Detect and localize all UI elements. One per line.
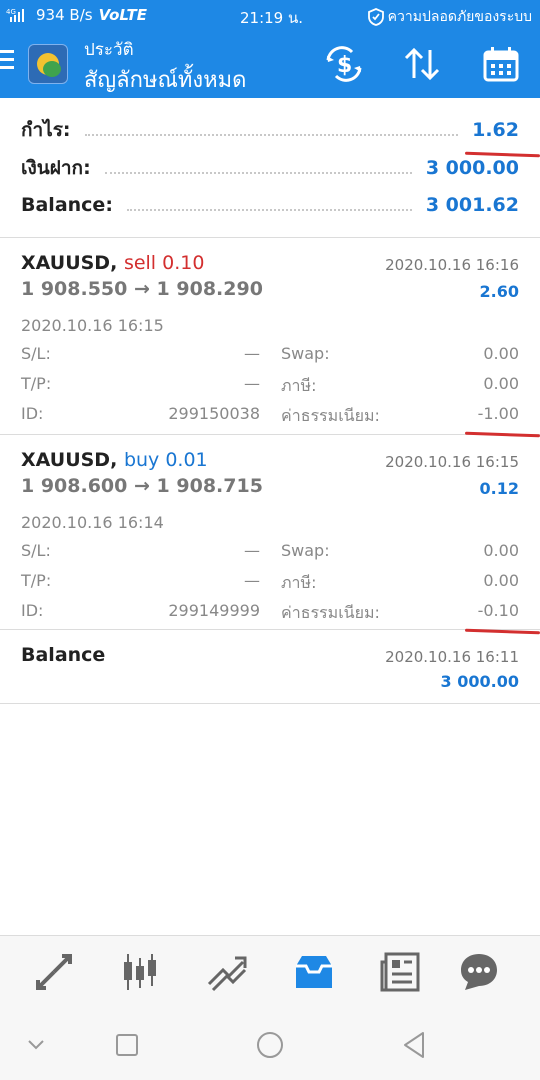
tp-value: — <box>244 571 260 590</box>
symbol-name: XAUUSD, <box>21 449 118 471</box>
open-time: 2020.10.16 16:15 <box>21 316 164 335</box>
home-icon[interactable] <box>252 1027 288 1063</box>
tax-value: 0.00 <box>483 571 519 590</box>
id-label: ID: <box>21 404 44 423</box>
open-price: 1 908.600 <box>21 475 128 497</box>
deal-profit: 0.12 <box>479 479 519 498</box>
back-icon[interactable] <box>397 1027 433 1063</box>
balance-row: Balance: 3 001.62 <box>21 190 519 220</box>
profit-label: กำไร: <box>21 119 71 141</box>
fee-value: -1.00 <box>477 404 519 423</box>
deal-symbol: XAUUSD, sell 0.10 <box>21 252 204 274</box>
close-price: 1 908.290 <box>156 278 263 300</box>
deal-direction: buy 0.01 <box>123 449 208 471</box>
profit-row: กำไร: 1.62 <box>21 115 519 145</box>
id-value: 299149999 <box>168 601 260 620</box>
tax-label: ภาษี: <box>281 573 317 592</box>
id-label: ID: <box>21 601 44 620</box>
network-speed: 934 B/s <box>36 6 93 24</box>
security-status: ความปลอดภัยของระบบ <box>387 9 532 25</box>
sort-icon[interactable] <box>402 44 442 84</box>
trade-icon[interactable] <box>205 950 249 994</box>
deal-prices: 1 908.600 → 1 908.715 <box>21 475 263 497</box>
deposit-row: เงินฝาก: 3 000.00 <box>21 153 519 183</box>
history-icon[interactable] <box>292 950 336 994</box>
currency-exchange-icon[interactable]: $ <box>324 44 364 84</box>
tp-value: — <box>244 374 260 393</box>
dot-leader <box>126 199 412 211</box>
sl-label: S/L: <box>21 344 51 363</box>
swap-value: 0.00 <box>483 344 519 363</box>
chat-icon[interactable] <box>457 950 501 994</box>
deposit-value: 3 000.00 <box>425 157 519 179</box>
balance-entry-amount: 3 000.00 <box>440 672 519 691</box>
close-time: 2020.10.16 16:15 <box>385 453 519 471</box>
swap-value: 0.00 <box>483 541 519 560</box>
deal-prices: 1 908.550 → 1 908.290 <box>21 278 263 300</box>
news-icon[interactable] <box>378 950 422 994</box>
profit-value: 1.62 <box>472 119 519 141</box>
balance-entry-time: 2020.10.16 16:11 <box>385 648 519 666</box>
deal-symbol: XAUUSD, buy 0.01 <box>21 449 208 471</box>
dot-leader <box>84 124 459 136</box>
chevron-down-icon[interactable] <box>18 1027 54 1063</box>
recents-icon[interactable] <box>109 1027 145 1063</box>
chart-icon[interactable] <box>118 950 162 994</box>
fee-value: -0.10 <box>477 601 519 620</box>
deal-profit: 2.60 <box>479 282 519 301</box>
arrow-icon: → <box>134 278 150 300</box>
swap-label: Swap: <box>281 541 330 560</box>
bottom-nav <box>0 935 540 1007</box>
quotes-icon[interactable] <box>32 950 76 994</box>
id-value: 299150038 <box>168 404 260 423</box>
sl-label: S/L: <box>21 541 51 560</box>
balance-value: 3 001.62 <box>425 194 519 216</box>
tp-label: T/P: <box>21 571 52 590</box>
fee-label: ค่าธรรมเนียม: <box>281 406 380 425</box>
arrow-icon: → <box>134 475 150 497</box>
symbol-filter[interactable]: สัญลักษณ์ทั้งหมด <box>84 62 246 97</box>
calendar-icon[interactable] <box>481 44 521 84</box>
close-price: 1 908.715 <box>156 475 263 497</box>
clock: 21:19 น. <box>240 9 304 27</box>
deal-item[interactable]: XAUUSD, sell 0.10 2020.10.16 16:16 1 908… <box>0 238 540 435</box>
status-bar: 4G 934 B/s VoLTE 21:19 น. ความปลอดภัยของ… <box>0 0 540 30</box>
app-bar: ประวัติ สัญลักษณ์ทั้งหมด $ <box>0 30 540 98</box>
page-title: ประวัติ <box>84 40 134 60</box>
signal-icon: 4G <box>6 8 24 22</box>
dot-leader <box>104 162 412 174</box>
balance-entry[interactable]: Balance 2020.10.16 16:11 3 000.00 <box>0 630 540 704</box>
network-badge: 4G <box>6 8 16 16</box>
symbol-name: XAUUSD, <box>21 252 118 274</box>
close-time: 2020.10.16 16:16 <box>385 256 519 274</box>
swap-label: Swap: <box>281 344 330 363</box>
deal-direction: sell 0.10 <box>123 252 205 274</box>
sl-value: — <box>244 541 260 560</box>
tax-label: ภาษี: <box>281 376 317 395</box>
open-time: 2020.10.16 16:14 <box>21 513 164 532</box>
open-price: 1 908.550 <box>21 278 128 300</box>
balance-entry-label: Balance <box>21 644 106 666</box>
sl-value: — <box>244 344 260 363</box>
tp-label: T/P: <box>21 374 52 393</box>
volte-indicator: VoLTE <box>98 6 147 24</box>
system-nav <box>0 1007 540 1080</box>
balance-label: Balance: <box>21 194 113 216</box>
app-logo <box>28 44 68 84</box>
tax-value: 0.00 <box>483 374 519 393</box>
fee-label: ค่าธรรมเนียม: <box>281 603 380 622</box>
deal-item[interactable]: XAUUSD, buy 0.01 2020.10.16 16:15 1 908.… <box>0 435 540 630</box>
account-summary: กำไร: 1.62 เงินฝาก: 3 000.00 Balance: 3 … <box>0 98 540 238</box>
svg-text:$: $ <box>337 53 352 78</box>
shield-icon <box>367 8 384 26</box>
deposit-label: เงินฝาก: <box>21 157 91 179</box>
hamburger-icon[interactable] <box>0 50 16 74</box>
